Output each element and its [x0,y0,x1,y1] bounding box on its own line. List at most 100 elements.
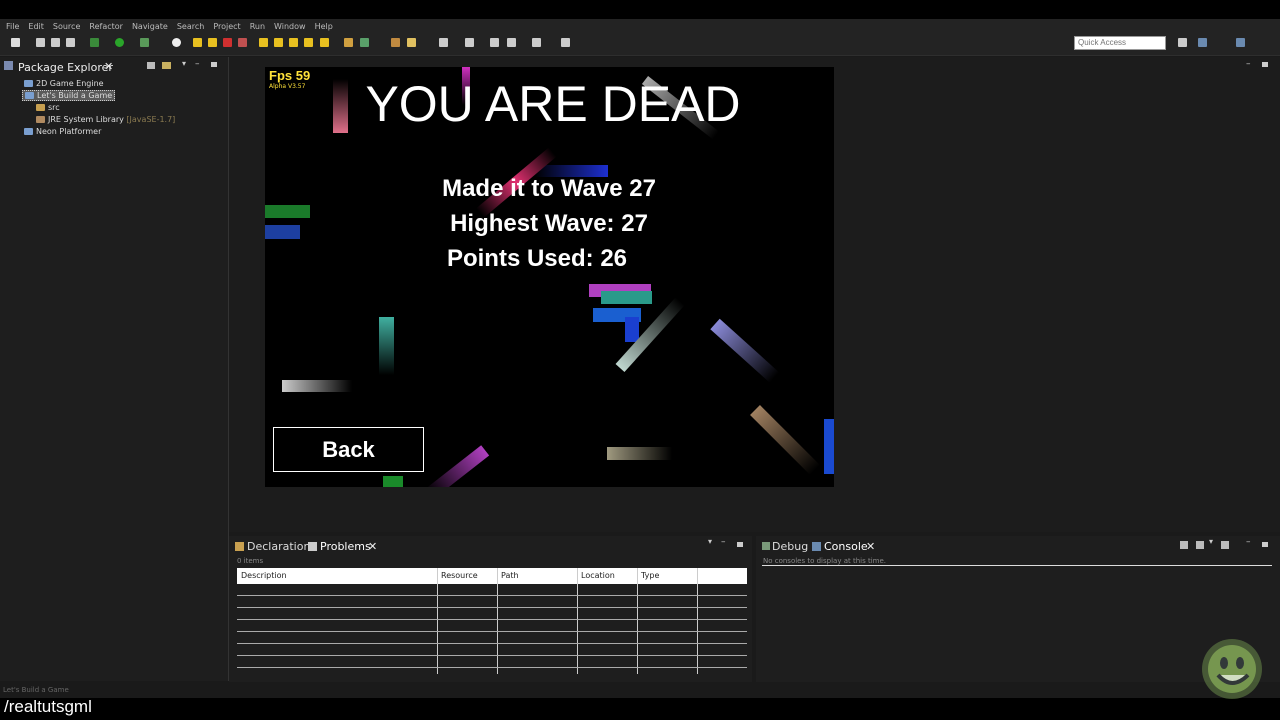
step-into-icon[interactable] [259,38,268,47]
menu-run[interactable]: Run [250,22,265,31]
run-icon[interactable] [115,38,124,47]
view-menu-icon[interactable]: ▾ [1209,537,1213,546]
close-icon[interactable]: ✕ [368,540,377,553]
package-explorer-title[interactable]: Package Explorer [18,61,113,74]
collapse-all-icon[interactable] [147,62,155,69]
java-perspective-icon[interactable] [1198,38,1207,47]
status-bar [0,682,1280,698]
menu-window[interactable]: Window [274,22,306,31]
editor-maximize-icon[interactable] [1262,62,1268,67]
tree-item-neon-platformer[interactable]: Neon Platformer [24,127,101,136]
view-menu-icon[interactable]: ▾ [708,537,712,546]
display-console-icon[interactable] [1196,541,1204,549]
new-java-class-icon[interactable] [360,38,369,47]
search-icon[interactable] [439,38,448,47]
maximize-icon[interactable] [211,62,217,67]
menu-navigate[interactable]: Navigate [132,22,168,31]
column-divider [577,568,578,674]
menu-edit[interactable]: Edit [28,22,44,31]
table-row [237,595,747,596]
debug-perspective-icon[interactable] [1236,38,1245,47]
highest-wave-text: Highest Wave: 27 [450,210,648,237]
new-icon[interactable] [11,38,20,47]
minimize-icon[interactable]: – [195,59,200,69]
particle [379,317,394,375]
use-step-filters-icon[interactable] [320,38,329,47]
tree-item-jre[interactable]: JRE System Library [JavaSE-1.7] [36,115,175,124]
maximize-icon[interactable] [1262,542,1268,547]
minimize-icon[interactable]: – [1246,537,1251,547]
save-icon[interactable] [36,38,45,47]
tree-item-label: 2D Game Engine [36,79,104,88]
minimize-icon[interactable]: – [721,537,726,547]
column-location[interactable]: Location [581,571,615,580]
link-with-editor-icon[interactable] [162,62,171,69]
console-message: No consoles to display at this time. [763,557,886,565]
resume-icon[interactable] [193,38,202,47]
terminate-icon[interactable] [223,38,232,47]
menu-bar: File Edit Source Refactor Navigate Searc… [0,19,1280,33]
console-divider [762,565,1272,566]
tab-debug[interactable]: Debug [772,540,808,553]
forward-icon[interactable] [532,38,541,47]
project-icon [24,80,33,87]
run-config-icon[interactable] [140,38,149,47]
tree-item-src[interactable]: src [36,103,60,112]
column-type[interactable]: Type [641,571,659,580]
column-resource[interactable]: Resource [441,571,478,580]
new-java-package-icon[interactable] [344,38,353,47]
particle [425,445,490,487]
menu-file[interactable]: File [6,22,19,31]
tab-problems[interactable]: Problems [320,540,371,553]
particle [601,291,652,304]
previous-annotation-icon[interactable] [490,38,499,47]
package-explorer-panel [0,57,229,681]
menu-project[interactable]: Project [213,22,240,31]
pin-console-icon[interactable] [1221,541,1229,549]
open-console-icon[interactable] [1180,541,1188,549]
back-button[interactable]: Back [273,427,424,472]
build-icon[interactable] [90,38,99,47]
drop-to-frame-icon[interactable] [304,38,313,47]
suspend-icon[interactable] [208,38,217,47]
pin-editor-icon[interactable] [561,38,570,47]
tree-item-2d-game-engine[interactable]: 2D Game Engine [24,79,104,88]
quick-access-input[interactable] [1074,36,1166,50]
tab-declaration[interactable]: Declaration [247,540,310,553]
menu-refactor[interactable]: Refactor [89,22,123,31]
particle [750,405,821,476]
step-return-icon[interactable] [289,38,298,47]
back-icon[interactable] [507,38,516,47]
close-icon[interactable]: ✕ [104,60,113,73]
menu-help[interactable]: Help [315,22,333,31]
maximize-icon[interactable] [737,542,743,547]
column-divider [497,568,498,674]
menu-source[interactable]: Source [53,22,80,31]
console-icon [812,542,821,551]
table-row [237,643,747,644]
save-all-icon[interactable] [51,38,60,47]
open-type-icon[interactable] [391,38,400,47]
column-description[interactable]: Description [241,571,287,580]
open-perspective-icon[interactable] [1178,38,1187,47]
column-path[interactable]: Path [501,571,519,580]
disconnect-icon[interactable] [238,38,247,47]
problems-count: 0 items [237,557,264,565]
menu-search[interactable]: Search [177,22,204,31]
close-icon[interactable]: ✕ [866,540,875,553]
tree-item-lets-build-a-game[interactable]: Let's Build a Game [22,90,116,101]
open-task-icon[interactable] [407,38,416,47]
column-divider [697,568,698,674]
skip-breakpoints-icon[interactable] [172,38,181,47]
game-window[interactable]: Fps 59 Alpha V3.57 YOU ARE DEAD Made it … [265,67,834,487]
print-icon[interactable] [66,38,75,47]
package-folder-icon [36,104,45,111]
view-menu-icon[interactable]: ▾ [182,59,186,68]
status-text: Let's Build a Game [3,686,69,694]
editor-minimize-icon[interactable]: – [1246,59,1251,69]
step-over-icon[interactable] [274,38,283,47]
next-annotation-icon[interactable] [465,38,474,47]
particle [824,419,834,474]
tab-console[interactable]: Console [824,540,868,553]
table-row [237,631,747,632]
